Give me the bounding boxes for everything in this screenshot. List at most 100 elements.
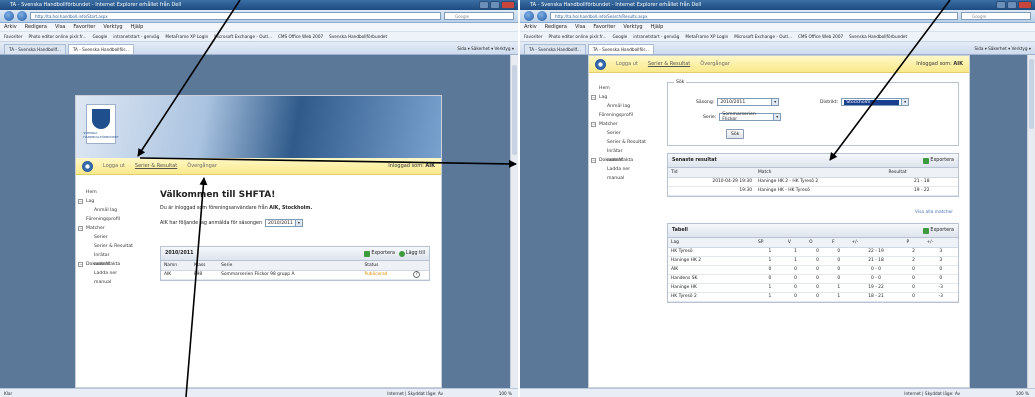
collapse-icon[interactable]: − (591, 95, 596, 100)
favorite-link[interactable]: intranetstart - genväg (113, 32, 159, 41)
cell-lag[interactable]: Haninge HK (668, 283, 755, 293)
zoom-level[interactable]: 100 % (499, 389, 512, 397)
export-button[interactable]: Exportera (923, 227, 954, 234)
close-button[interactable] (501, 1, 515, 9)
favorite-link[interactable]: Svenska Handbollförbundet (329, 32, 387, 41)
sidebar-item-serier-resultat[interactable]: Serier & Resultat (589, 138, 647, 147)
collapse-icon[interactable]: − (78, 262, 83, 267)
logout-link[interactable]: Logga ut (103, 163, 125, 169)
column-header[interactable]: +/- (848, 238, 904, 248)
menu-item-favoriter[interactable]: Favoriter (73, 23, 95, 31)
transfers-link[interactable]: Övergångar (187, 163, 217, 169)
sidebar-item-inrapportera[interactable]: Inrätar matchfakta (589, 147, 647, 163)
security-zone[interactable]: Internet | Skyddat läge: Av (387, 389, 443, 397)
column-header[interactable]: Status (361, 261, 411, 271)
cell-lag[interactable]: HK Tyresö 2 (668, 292, 755, 302)
sidebar-item-lag[interactable]: − Lag (76, 197, 134, 206)
export-button[interactable]: Exportera (923, 157, 954, 164)
menu-item-hjalp[interactable]: Hjälp (131, 23, 144, 31)
cell-serie[interactable]: Sommarserien Flickor 98 grupp A (218, 270, 362, 280)
column-header[interactable]: Serie (218, 261, 362, 271)
show-all-matches-link[interactable]: Visa alla matcher (915, 210, 953, 215)
district-select[interactable]: Stockholm ▾ (841, 98, 910, 106)
table-row[interactable]: HK Tyresö 2 1 0 0 1 18 - 21 0 -3 (668, 292, 958, 302)
table-row[interactable]: AIK F98 Sommarserien Flickor 98 grupp A … (161, 270, 429, 280)
table-row[interactable]: Handens SK 0 0 0 0 0 - 0 0 0 (668, 274, 958, 284)
favorite-link[interactable]: CMS Office Web 2007 (798, 32, 843, 41)
table-row[interactable]: Haninge HK 1 0 0 1 19 - 22 0 -3 (668, 283, 958, 293)
column-header[interactable]: Resultat (885, 168, 958, 178)
menu-item-arkiv[interactable]: Arkiv (524, 23, 537, 31)
favorite-link[interactable]: MetaFrame XP Login (165, 32, 208, 41)
add-button[interactable]: Lägg till (398, 250, 425, 257)
cell-lag[interactable]: Handens SK (668, 274, 755, 284)
browser-tab-active[interactable]: TA - Svenska Handbollför... (587, 44, 654, 54)
maximize-button[interactable] (490, 1, 500, 9)
security-zone[interactable]: Internet | Skyddat läge: Av (904, 389, 960, 397)
column-header[interactable]: Klass (191, 261, 219, 271)
table-row[interactable]: AIK 0 0 0 0 0 - 0 0 0 (668, 265, 958, 275)
favorite-link[interactable]: CMS Office Web 2007 (278, 32, 323, 41)
sidebar-item-home[interactable]: Hem (589, 84, 647, 93)
favorite-link[interactable]: Photo editor online pixlr.fr... (548, 32, 606, 41)
search-submit-button[interactable]: Sök (726, 129, 745, 139)
favorites-button[interactable]: Favoriter (524, 32, 542, 41)
menu-item-verktyg[interactable]: Verktyg (623, 23, 642, 31)
close-button[interactable] (1018, 1, 1032, 9)
browser-tab[interactable]: TA - Svenska Handbollf... (4, 44, 66, 54)
favorites-button[interactable]: Favoriter (4, 32, 22, 41)
column-header[interactable]: P (903, 238, 924, 248)
sidebar-item-serier[interactable]: Serier (589, 129, 647, 138)
back-icon[interactable] (4, 11, 14, 21)
cell-match[interactable]: Haninge HK 2 - HK Tyresö 2 (755, 177, 886, 187)
menu-item-favoriter[interactable]: Favoriter (593, 23, 615, 31)
series-select[interactable]: Sommarserien Flickor ▾ (719, 112, 782, 122)
minimize-button[interactable] (996, 1, 1006, 9)
favorite-link[interactable]: Photo editor online pixlr.fr... (28, 32, 86, 41)
sidebar-item-matcher[interactable]: − Matcher (76, 224, 134, 233)
sidebar-item-home[interactable]: Hem (76, 188, 134, 197)
command-bar[interactable]: Sida ▾ Säkerhet ▾ Verktyg ▾ (974, 44, 1031, 53)
forward-icon[interactable] (537, 11, 547, 21)
command-bar[interactable]: Sida ▾ Säkerhet ▾ Verktyg ▾ (457, 44, 514, 53)
sidebar-item-ladda-ner[interactable]: Ladda ner manual (76, 269, 134, 285)
help-icon[interactable]: ? (413, 271, 421, 278)
sidebar-item-foreningsprofil[interactable]: Föreningsprofil (589, 111, 647, 120)
transfers-link[interactable]: Övergångar (700, 61, 730, 67)
forward-icon[interactable] (17, 11, 27, 21)
scrollbar-thumb[interactable] (512, 65, 517, 155)
column-header[interactable]: Lag (668, 238, 755, 248)
table-row[interactable]: 2010-04-29 19:30 Haninge HK 2 - HK Tyres… (668, 177, 958, 187)
favorite-link[interactable]: Svenska Handbollförbundet (849, 32, 907, 41)
sidebar-item-serier-resultat[interactable]: Serier & Resultat (76, 242, 134, 251)
column-header[interactable]: +/- (923, 238, 958, 248)
menu-item-arkiv[interactable]: Arkiv (4, 23, 17, 31)
season-select[interactable]: 2010/2011 ▾ (717, 98, 780, 106)
sidebar-item-anmal-lag[interactable]: Anmäl lag (589, 102, 647, 111)
collapse-icon[interactable]: − (591, 158, 596, 163)
favorite-link[interactable]: Microsoft Exchange - Outl... (214, 32, 272, 41)
minimize-button[interactable] (479, 1, 489, 9)
cell-lag[interactable]: HK Tyresö (668, 247, 755, 257)
favorite-link[interactable]: Microsoft Exchange - Outl... (734, 32, 792, 41)
scrollbar-thumb[interactable] (1029, 59, 1034, 129)
series-results-link[interactable]: Serier & Resultat (135, 163, 177, 169)
table-row[interactable]: 19:30 Haninge HK - HK Tyresö 19 - 22 (668, 186, 958, 196)
column-header[interactable]: O (806, 238, 829, 248)
zoom-level[interactable]: 100 % (1016, 389, 1029, 397)
menu-item-redigera[interactable]: Redigera (545, 23, 567, 31)
column-header[interactable]: Namn (161, 261, 192, 271)
sidebar-item-anmal-lag[interactable]: Anmäl lag (76, 206, 134, 215)
column-header[interactable]: SP (755, 238, 785, 248)
maximize-button[interactable] (1007, 1, 1017, 9)
menu-item-hjalp[interactable]: Hjälp (651, 23, 664, 31)
column-header[interactable]: V (784, 238, 807, 248)
sidebar-item-dokument[interactable]: − Dokument (76, 260, 134, 269)
collapse-icon[interactable]: − (78, 226, 83, 231)
favorite-link[interactable]: Google (92, 32, 107, 41)
sidebar-item-dokument[interactable]: − Dokument (589, 156, 647, 165)
sidebar-item-matcher[interactable]: − Matcher (589, 120, 647, 129)
menu-item-verktyg[interactable]: Verktyg (103, 23, 122, 31)
collapse-icon[interactable]: − (78, 199, 83, 204)
season-select[interactable]: 2010/2011 ▾ (264, 219, 303, 227)
